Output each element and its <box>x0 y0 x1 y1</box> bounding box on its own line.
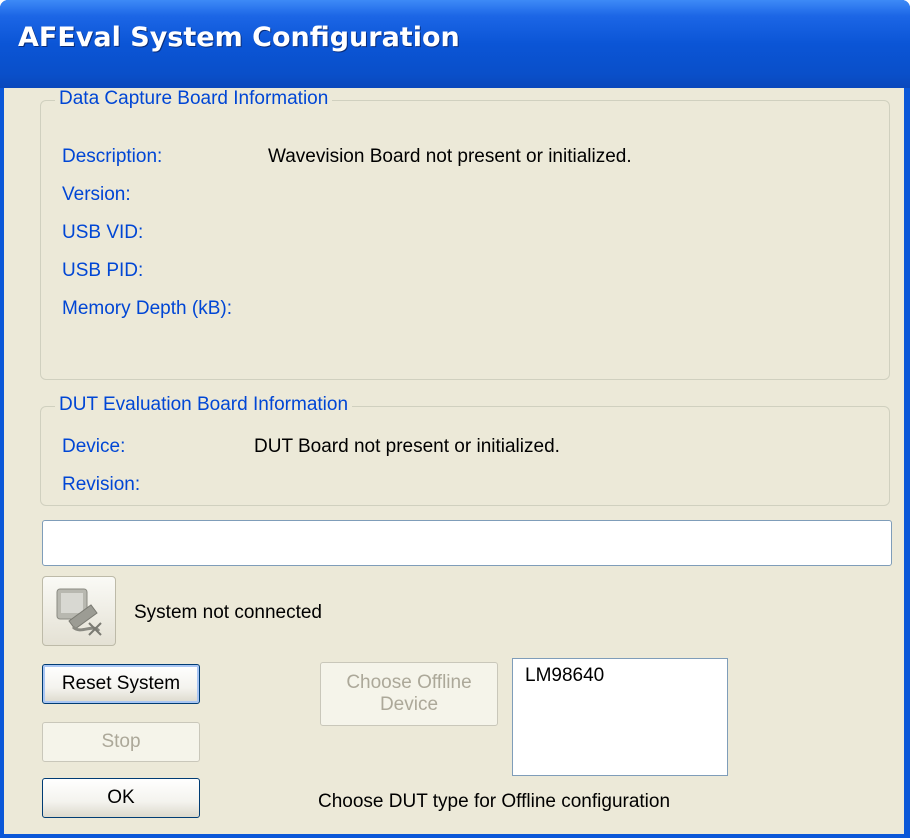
dut-group-title: DUT Evaluation Board Information <box>55 394 353 416</box>
ok-label: OK <box>107 787 135 808</box>
offline-device-listbox[interactable]: LM98640 <box>512 658 728 776</box>
data-capture-group: Data Capture Board Information <box>40 88 890 380</box>
offline-hint-text: Choose DUT type for Offline configuratio… <box>318 791 671 812</box>
title-bar[interactable]: AFEval System Configuration <box>0 0 910 88</box>
description-value: Wavevision Board not present or initiali… <box>268 146 632 167</box>
dialog-client-area: Data Capture Board Information Descripti… <box>4 88 904 834</box>
revision-label: Revision: <box>62 474 141 495</box>
choose-offline-line2: Device <box>379 694 439 715</box>
ok-button[interactable]: OK <box>42 778 200 818</box>
data-capture-group-title: Data Capture Board Information <box>55 88 333 110</box>
memory-depth-label: Memory Depth (kB): <box>62 298 232 319</box>
status-textbox[interactable] <box>42 520 892 566</box>
choose-offline-device-button[interactable]: Choose Offline Device <box>320 662 498 726</box>
choose-offline-line1: Choose Offline <box>346 672 472 693</box>
connection-status-text: System not connected <box>134 602 322 623</box>
computer-disconnected-icon <box>42 576 116 646</box>
reset-system-button[interactable]: Reset System <box>42 664 200 704</box>
list-item[interactable]: LM98640 <box>525 665 604 687</box>
reset-system-label: Reset System <box>61 673 181 694</box>
usb-pid-label: USB PID: <box>62 260 144 281</box>
stop-label: Stop <box>101 731 141 752</box>
stop-button[interactable]: Stop <box>42 722 200 762</box>
usb-vid-label: USB VID: <box>62 222 144 243</box>
dialog-window: AFEval System Configuration Data Capture… <box>0 0 910 838</box>
device-label: Device: <box>62 436 126 457</box>
device-value: DUT Board not present or initialized. <box>254 436 560 457</box>
description-label: Description: <box>62 146 163 167</box>
window-title: AFEval System Configuration <box>18 22 460 53</box>
version-label: Version: <box>62 184 131 205</box>
